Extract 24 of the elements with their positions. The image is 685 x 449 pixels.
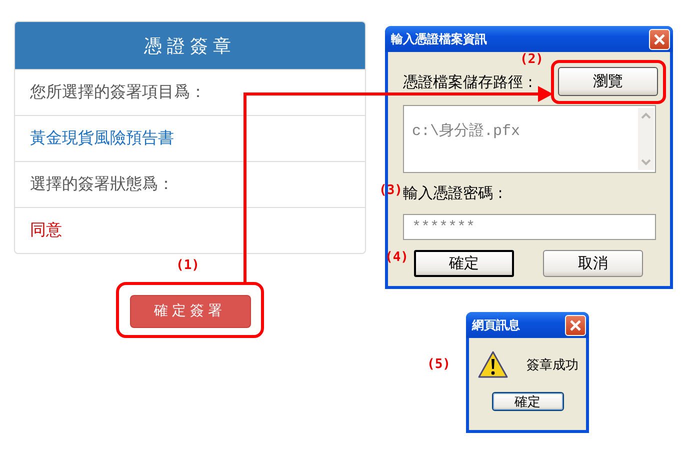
field-label: 憑證檔案儲存路徑 : (403, 72, 533, 92)
field-label: 輸入憑證密碼 : (403, 184, 503, 202)
close-icon[interactable] (565, 314, 586, 336)
row-label: 您所選擇的簽署項目爲： (30, 82, 206, 103)
step-label: (1) (176, 258, 200, 273)
scrollbar[interactable] (638, 108, 654, 170)
window-title: 輸入憑證檔案資訊 (391, 30, 487, 48)
confirm-button[interactable]: 確定 (414, 250, 514, 277)
password-field[interactable]: ******* (403, 214, 656, 240)
status-text: 同意 (30, 220, 62, 241)
path-field[interactable]: c:\身分證.pfx (403, 105, 656, 173)
cancel-button[interactable]: 取消 (543, 250, 643, 277)
item-link[interactable]: 黃金現貨風險預告書 (30, 128, 174, 149)
ok-button[interactable]: 確定 (492, 392, 564, 411)
browse-button[interactable]: 瀏覽 (558, 67, 658, 96)
sign-button[interactable]: 確定簽署 (130, 294, 250, 328)
window-title: 網頁訊息 (472, 316, 520, 334)
step-label: (2) (520, 52, 544, 67)
message-text: 簽章成功 (526, 357, 578, 374)
close-icon[interactable] (649, 28, 670, 50)
card-header: 憑證簽章 (15, 22, 365, 69)
step-label: (5) (427, 357, 450, 372)
row-label: 選擇的簽署狀態爲： (30, 174, 174, 195)
warning-icon (476, 350, 508, 380)
